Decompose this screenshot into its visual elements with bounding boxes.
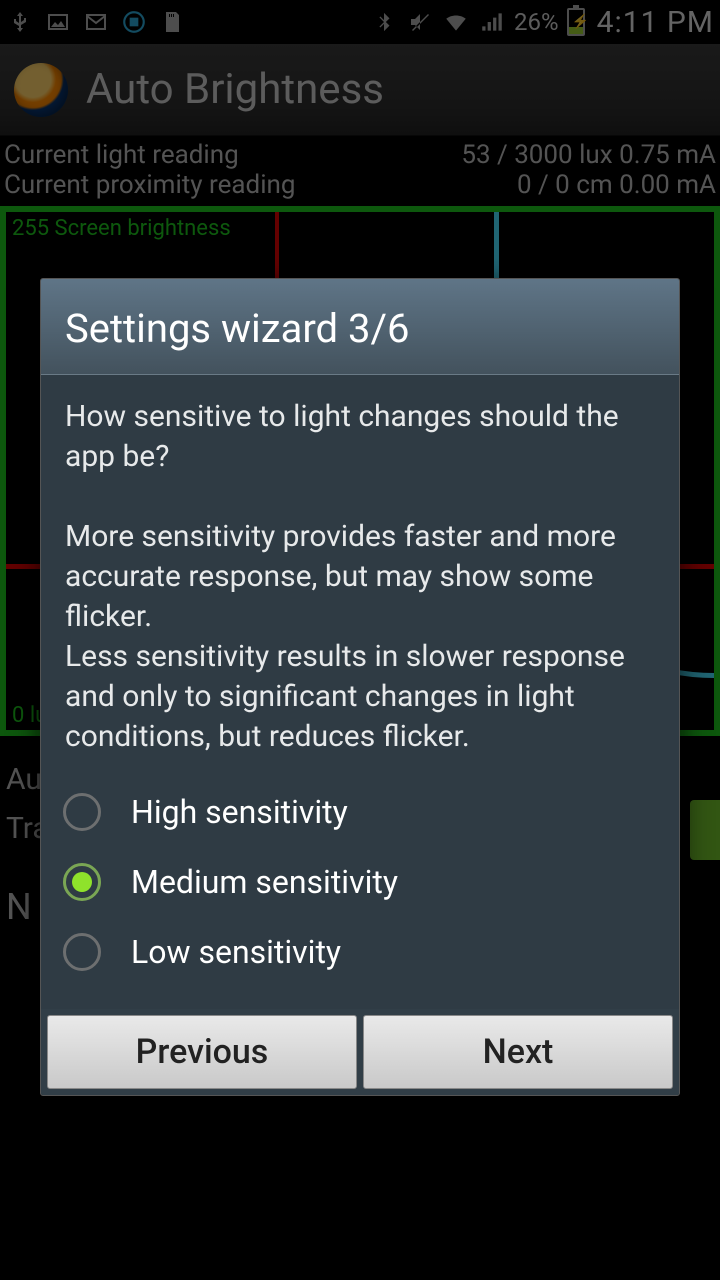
option-label: Low sensitivity xyxy=(131,933,341,971)
radio-icon xyxy=(63,863,101,901)
settings-wizard-dialog: Settings wizard 3/6 How sensitive to lig… xyxy=(40,278,680,1096)
dialog-para2: Less sensitivity results in slower respo… xyxy=(65,637,655,757)
option-high-sensitivity[interactable]: High sensitivity xyxy=(57,777,663,847)
option-label: High sensitivity xyxy=(131,793,348,831)
button-label: Previous xyxy=(136,1032,269,1072)
option-label: Medium sensitivity xyxy=(131,863,398,901)
dialog-body: How sensitive to light changes should th… xyxy=(41,375,679,765)
dialog-footer: Previous Next xyxy=(41,1009,679,1095)
option-low-sensitivity[interactable]: Low sensitivity xyxy=(57,917,663,987)
dialog-para1: More sensitivity provides faster and mor… xyxy=(65,517,655,637)
dialog-question: How sensitive to light changes should th… xyxy=(65,397,655,477)
sensitivity-options: High sensitivity Medium sensitivity Low … xyxy=(41,765,679,1009)
previous-button[interactable]: Previous xyxy=(47,1015,357,1089)
button-label: Next xyxy=(483,1032,554,1072)
radio-icon xyxy=(63,793,101,831)
radio-icon xyxy=(63,933,101,971)
option-medium-sensitivity[interactable]: Medium sensitivity xyxy=(57,847,663,917)
next-button[interactable]: Next xyxy=(363,1015,673,1089)
dialog-title: Settings wizard 3/6 xyxy=(41,279,679,374)
